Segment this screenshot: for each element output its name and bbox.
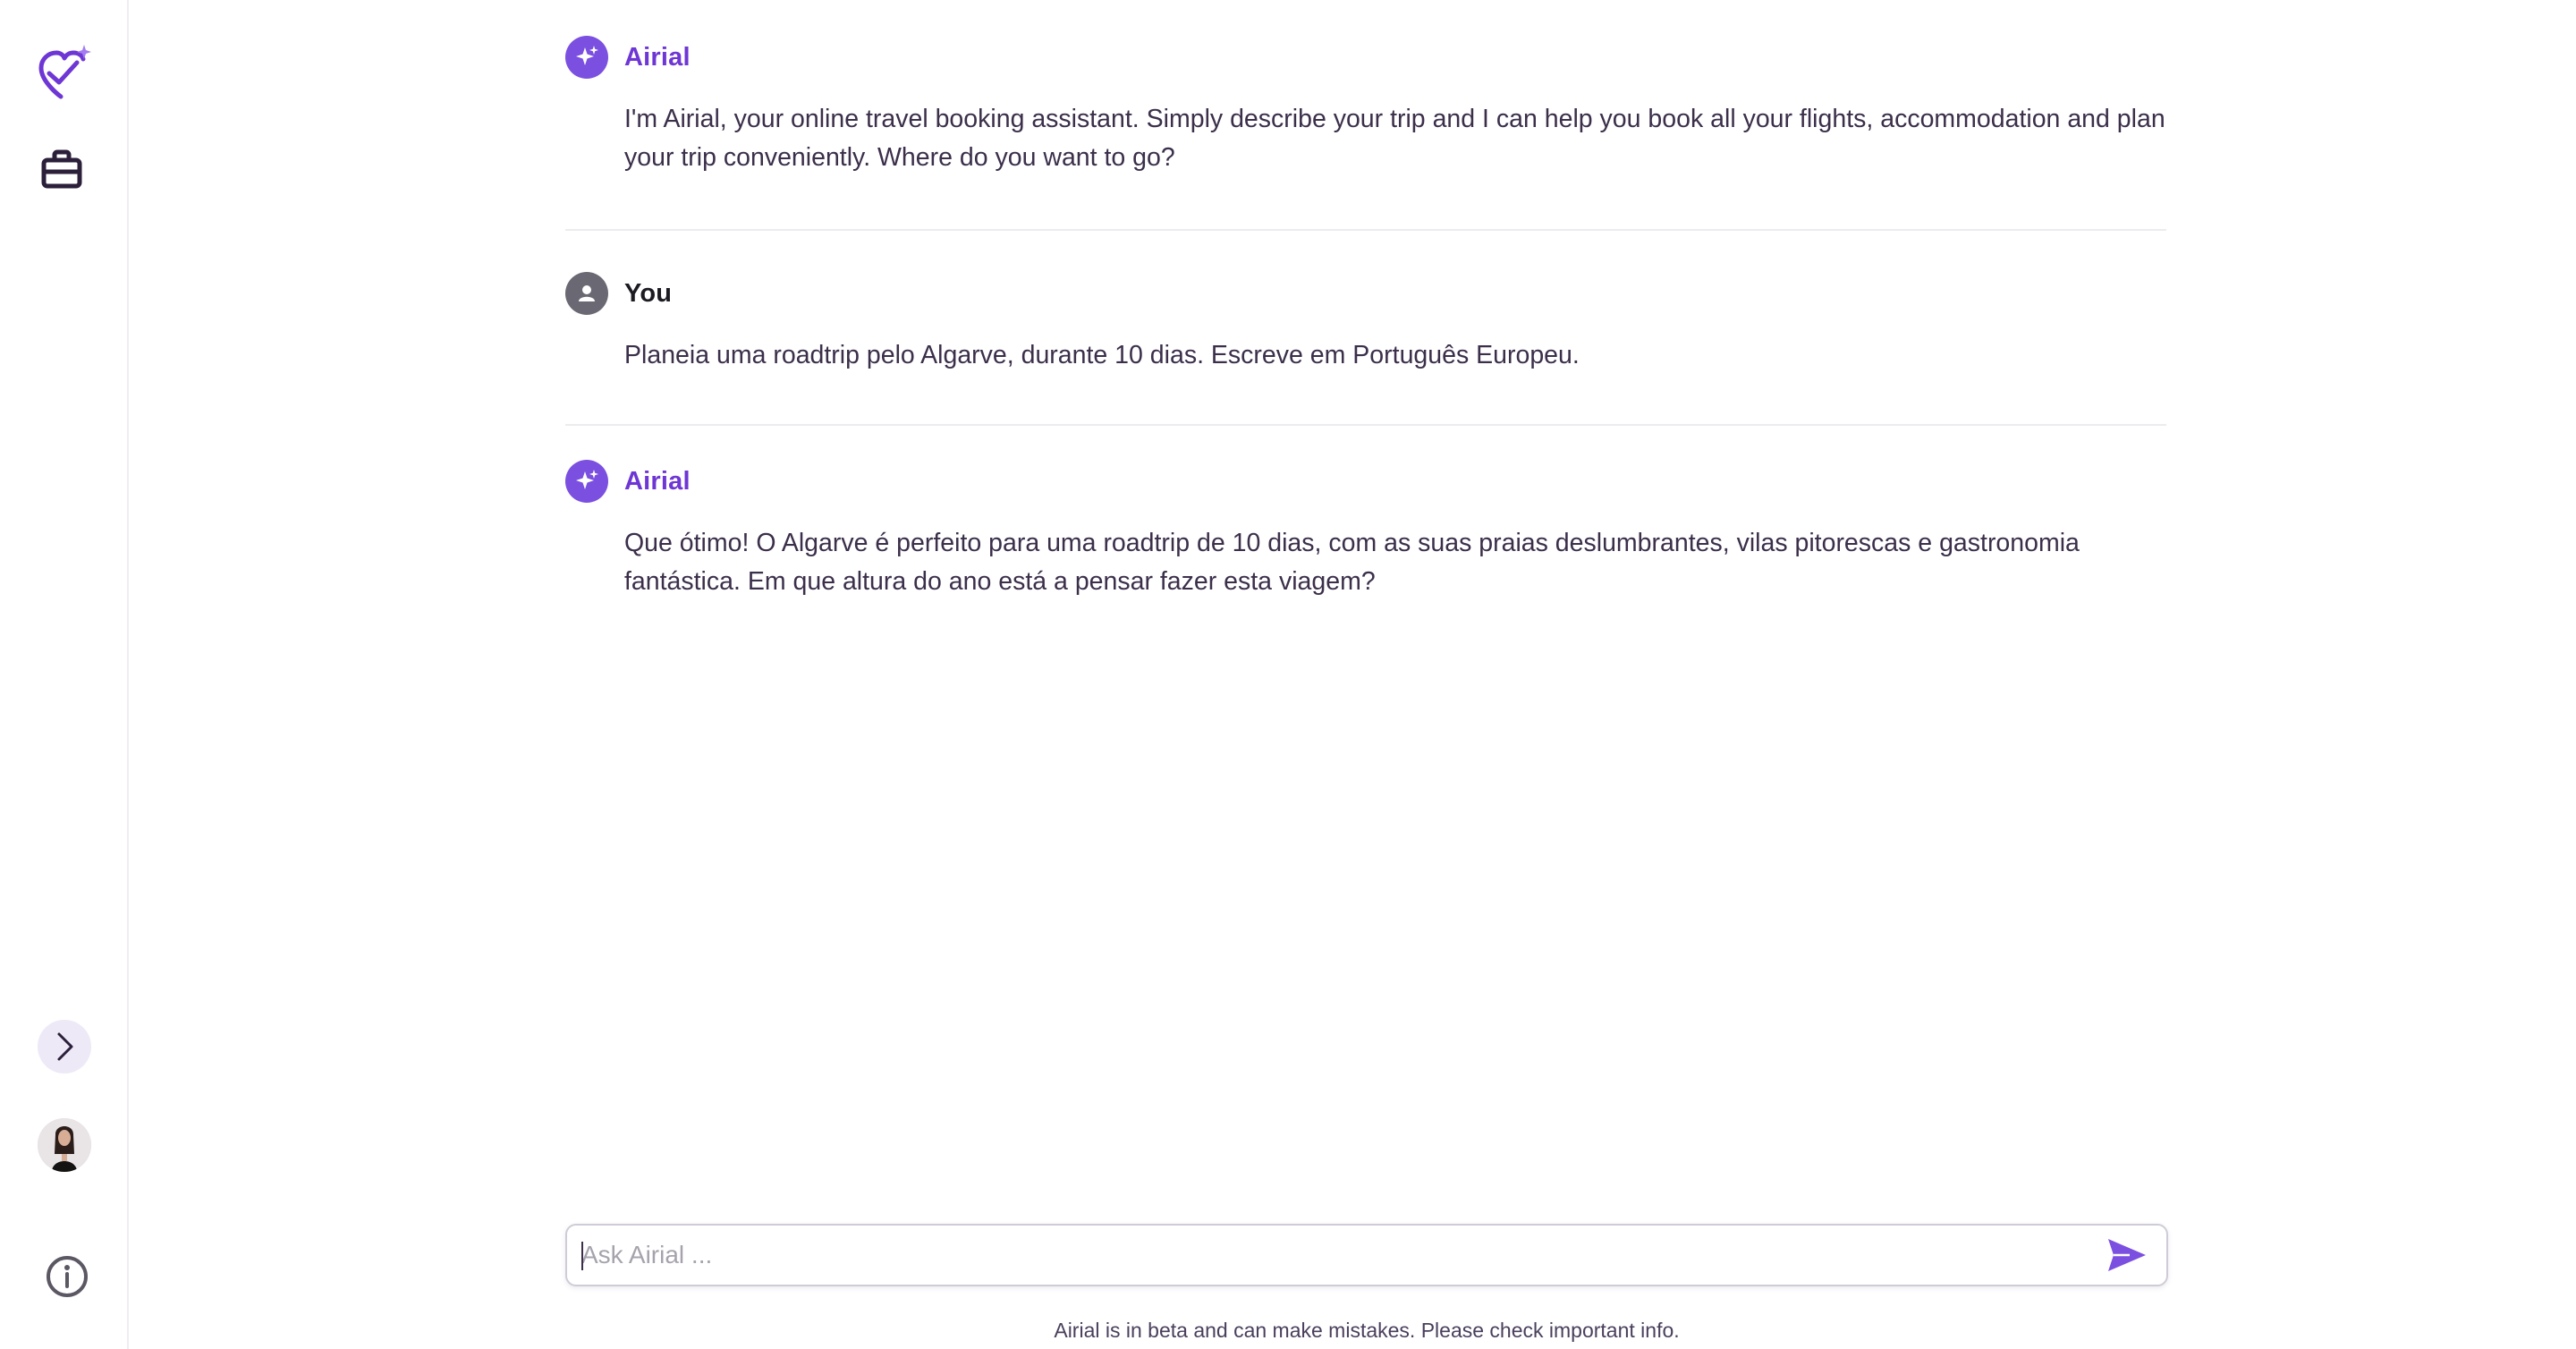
- chat-input[interactable]: [567, 1226, 2098, 1285]
- send-icon: [2108, 1239, 2146, 1271]
- sidebar: [0, 0, 129, 1349]
- message-header: Airial: [565, 456, 2166, 506]
- message-ai: Airial Que ótimo! O Algarve é perfeito p…: [565, 424, 2166, 639]
- send-button[interactable]: [2098, 1226, 2156, 1284]
- avatar-photo: [38, 1118, 91, 1172]
- info-circle-icon[interactable]: [43, 1252, 91, 1301]
- person-shape: [579, 285, 595, 301]
- sparkle-shape: [576, 46, 598, 65]
- message-header: Airial: [565, 32, 2166, 82]
- beta-disclaimer: Airial is in beta and can make mistakes.…: [1054, 1319, 1680, 1342]
- message-text: Planeia uma roadtrip pelo Algarve, duran…: [624, 341, 1580, 369]
- sparkle-shape: [576, 470, 598, 489]
- sparkle-icon: [565, 36, 608, 79]
- message-header: You: [565, 268, 2166, 318]
- message-sender: You: [624, 278, 673, 308]
- briefcase-shape: [41, 149, 82, 189]
- message-ai: Airial I'm Airial, your online travel bo…: [565, 32, 2166, 229]
- app-root: Airial I'm Airial, your online travel bo…: [0, 0, 2576, 1349]
- user-photo-avatar[interactable]: [38, 1118, 91, 1172]
- chat-composer: [565, 1224, 2168, 1286]
- info-shape: [47, 1256, 88, 1297]
- text-caret: [581, 1242, 583, 1270]
- logo-icon: [38, 45, 91, 99]
- heart-check-sparkle-icon[interactable]: [34, 43, 95, 104]
- message-sender: Airial: [624, 466, 691, 496]
- message-sender: Airial: [624, 42, 691, 72]
- briefcase-icon[interactable]: [38, 145, 86, 193]
- message-text: Que ótimo! O Algarve é perfeito para uma…: [624, 529, 2080, 596]
- person-icon: [565, 272, 608, 315]
- message-text: I'm Airial, your online travel booking a…: [624, 105, 2165, 172]
- sparkle-icon: [565, 460, 608, 503]
- chevron-right-icon[interactable]: [38, 1020, 91, 1073]
- chevron-shape: [57, 1032, 73, 1061]
- conversation: Airial I'm Airial, your online travel bo…: [565, 32, 2166, 639]
- message-user: You Planeia uma roadtrip pelo Algarve, d…: [565, 229, 2166, 424]
